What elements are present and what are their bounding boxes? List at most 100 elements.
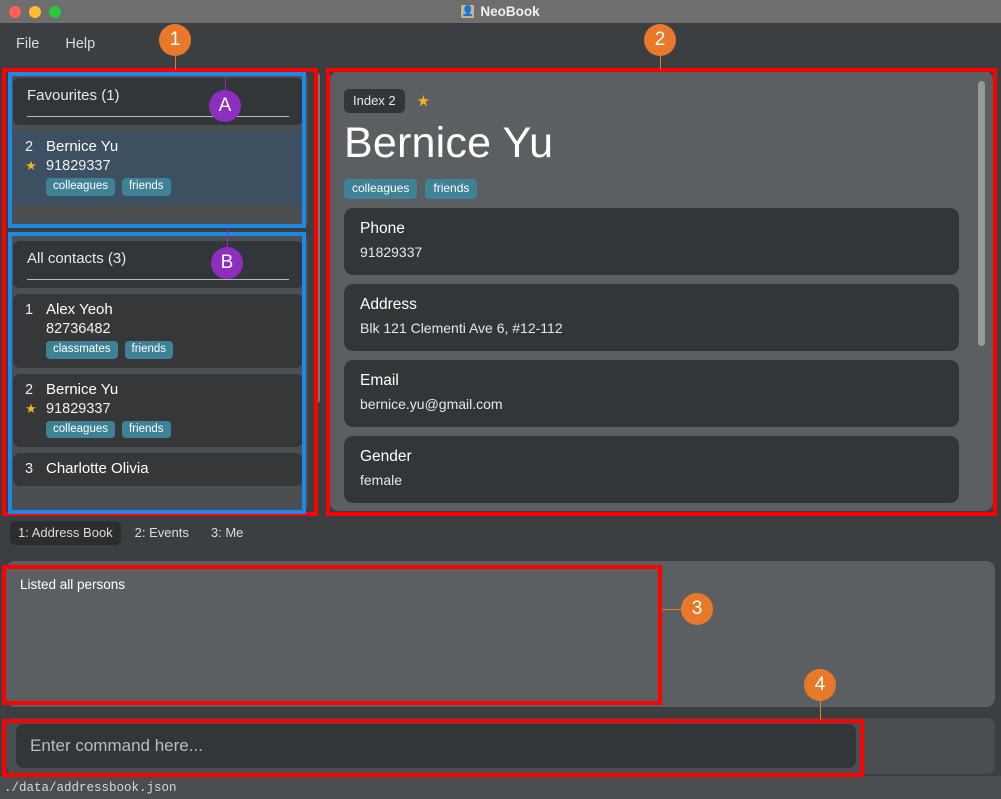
- minimize-window-icon[interactable]: [29, 5, 41, 18]
- scrollbar-thumb[interactable]: [314, 73, 320, 403]
- field-label: Email: [360, 372, 399, 390]
- contact-phone-row: ★ 82736482: [25, 321, 291, 337]
- tag-chip: friends: [121, 420, 171, 439]
- contact-phone: 91829337: [46, 158, 111, 174]
- page-title: Bernice Yu: [344, 119, 554, 167]
- field-value: Blk 121 Clementi Ave 6, #12-112: [360, 320, 563, 337]
- person-detail-panel: Index 2 ★ Bernice Yu colleagues friends …: [330, 71, 993, 511]
- annotation-badge-3: 3: [681, 593, 713, 625]
- result-message: Listed all persons: [20, 577, 126, 592]
- all-contacts-header: All contacts (3): [13, 241, 303, 288]
- favourite-star-icon: ★: [25, 400, 37, 416]
- annotation-badge-a: A: [209, 90, 241, 122]
- leader-line-3: [662, 609, 682, 610]
- index-badge: Index 2: [344, 89, 405, 113]
- menu-bar: File Help: [0, 23, 1001, 65]
- contact-tags: colleagues friends: [46, 178, 291, 196]
- menu-help[interactable]: Help: [65, 36, 95, 52]
- menu-file[interactable]: File: [16, 36, 39, 52]
- list-item[interactable]: 2 Bernice Yu ★ 91829337 colleagues frien…: [13, 373, 303, 448]
- field-label: Gender: [360, 448, 412, 466]
- field-label: Address: [360, 296, 417, 314]
- contact-index: 1: [25, 302, 34, 318]
- title-bar: 👤 NeoBook: [0, 0, 1001, 23]
- tag-chip: colleagues: [46, 420, 115, 439]
- contact-name: Charlotte Olivia: [46, 460, 149, 478]
- tab-address-book[interactable]: 1: Address Book: [10, 521, 121, 545]
- annotation-badge-2: 2: [644, 24, 676, 56]
- result-display-box: Listed all persons: [6, 561, 995, 707]
- favourite-star-icon: ★: [25, 158, 37, 173]
- tag-chip: classmates: [46, 341, 118, 359]
- window-title-group: 👤 NeoBook: [461, 4, 540, 19]
- contact-name: Alex Yeoh: [46, 301, 113, 318]
- detail-field-address: Address Blk 121 Clementi Ave 6, #12-112: [344, 284, 959, 352]
- contact-phone-row: ★ 91829337: [25, 401, 291, 417]
- field-value: bernice.yu@gmail.com: [360, 396, 503, 413]
- scrollbar-thumb[interactable]: [978, 81, 985, 346]
- contact-index: 2: [25, 139, 34, 155]
- tag-chip: friends: [124, 341, 174, 359]
- list-item[interactable]: 3 Charlotte Olivia: [13, 453, 303, 487]
- command-input[interactable]: Enter command here...: [16, 724, 856, 768]
- field-value: female: [360, 472, 403, 489]
- favourites-header: Favourites (1): [13, 78, 303, 125]
- detail-tags: colleagues friends: [344, 179, 959, 200]
- detail-field-email: Email bernice.yu@gmail.com: [344, 360, 959, 428]
- person-detail-content: Index 2 ★ Bernice Yu colleagues friends …: [330, 71, 993, 511]
- tag-chip: friends: [121, 178, 171, 196]
- contact-name-row: 2 Bernice Yu: [25, 381, 291, 398]
- leader-line-b: [227, 230, 228, 248]
- favourite-star-icon: ★: [416, 93, 431, 110]
- contact-list-column: Favourites (1) 2 Bernice Yu ★ 91829337 c…: [8, 73, 308, 511]
- contact-tags: colleagues friends: [46, 420, 291, 439]
- list-item[interactable]: 1 Alex Yeoh ★ 82736482 classmates friend…: [13, 294, 303, 368]
- contact-name: Bernice Yu: [46, 380, 119, 398]
- contact-index: 2: [25, 381, 34, 398]
- save-location-path: ./data/addressbook.json: [4, 780, 177, 795]
- contact-name-row: 2 Bernice Yu: [25, 138, 291, 155]
- tab-events[interactable]: 2: Events: [127, 521, 197, 545]
- detail-panel-scrollbar[interactable]: [978, 81, 985, 501]
- tab-bar: 1: Address Book 2: Events 3: Me: [0, 518, 1001, 548]
- field-value: 91829337: [360, 244, 423, 261]
- contact-name: Bernice Yu: [46, 138, 119, 155]
- contact-index: 3: [25, 461, 34, 478]
- app-window: 👤 NeoBook File Help Favourites (1) 2 Ber…: [0, 0, 1001, 799]
- leader-line-4: [820, 698, 821, 720]
- annotation-badge-4: 4: [804, 669, 836, 701]
- list-item[interactable]: 2 Bernice Yu ★ 91829337 colleagues frien…: [13, 131, 303, 205]
- favourites-header-label: Favourites (1): [27, 87, 120, 104]
- all-contacts-header-label: All contacts (3): [27, 250, 127, 267]
- annotation-badge-b: B: [211, 247, 243, 279]
- contact-phone: 91829337: [46, 400, 111, 417]
- contact-name-row: 3 Charlotte Olivia: [25, 460, 291, 477]
- command-input-placeholder: Enter command here...: [30, 736, 203, 755]
- maximize-window-icon[interactable]: [49, 5, 61, 18]
- field-label: Phone: [360, 220, 405, 238]
- contact-name-row: 1 Alex Yeoh: [25, 301, 291, 318]
- tag-chip: colleagues: [344, 179, 418, 200]
- person-icon: 👤: [461, 5, 475, 18]
- command-box-container: Enter command here...: [6, 718, 995, 774]
- traffic-light-buttons[interactable]: [9, 0, 61, 23]
- detail-index-row: Index 2 ★: [344, 89, 959, 113]
- main-content: Favourites (1) 2 Bernice Yu ★ 91829337 c…: [0, 65, 1001, 518]
- header-divider: [27, 279, 289, 280]
- detail-field-phone: Phone 91829337: [344, 208, 959, 276]
- favourites-panel: Favourites (1) 2 Bernice Yu ★ 91829337 c…: [8, 73, 308, 228]
- close-window-icon[interactable]: [9, 5, 21, 18]
- contact-list-scrollbar[interactable]: [312, 73, 322, 511]
- window-title: NeoBook: [480, 4, 540, 19]
- annotation-badge-1: 1: [159, 24, 191, 56]
- tag-chip: colleagues: [46, 178, 115, 196]
- contact-phone: 82736482: [46, 321, 111, 337]
- detail-field-gender: Gender female: [344, 436, 959, 504]
- tab-me[interactable]: 3: Me: [203, 521, 252, 545]
- contact-phone-row: ★ 91829337: [25, 158, 291, 174]
- all-contacts-panel: All contacts (3) 1 Alex Yeoh ★ 82736482 …: [8, 236, 308, 511]
- tag-chip: friends: [425, 179, 478, 200]
- header-divider: [27, 116, 289, 117]
- contact-tags: classmates friends: [46, 341, 291, 359]
- status-bar: ./data/addressbook.json: [0, 776, 1001, 799]
